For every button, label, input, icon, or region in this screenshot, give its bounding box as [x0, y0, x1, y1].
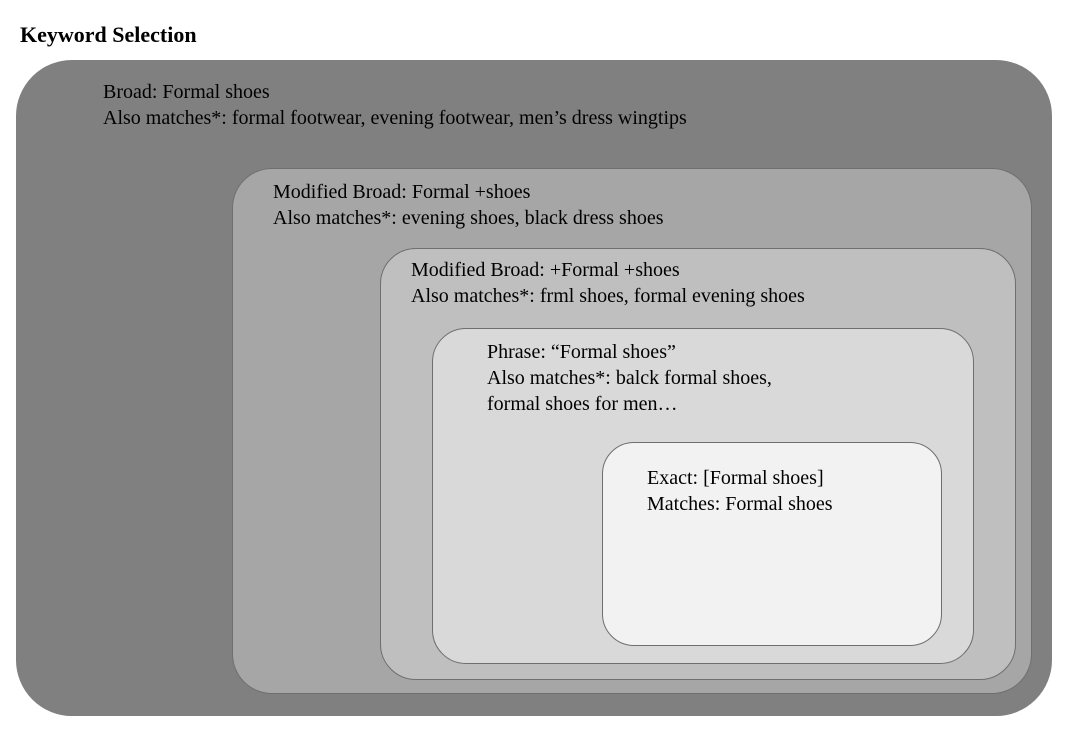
phrase-line-1: Phrase: “Formal shoes” — [487, 339, 772, 365]
phrase-line-3: formal shoes for men… — [487, 391, 772, 417]
exact-line-2: Matches: Formal shoes — [647, 491, 833, 517]
modbroad2-line-1: Modified Broad: +Formal +shoes — [411, 257, 805, 283]
modified-broad-1-text: Modified Broad: Formal +shoes Also match… — [273, 179, 663, 231]
phrase-text: Phrase: “Formal shoes” Also matches*: ba… — [487, 339, 772, 417]
modified-broad-2-text: Modified Broad: +Formal +shoes Also matc… — [411, 257, 805, 309]
broad-line-1: Broad: Formal shoes — [103, 79, 687, 105]
keyword-selection-diagram: Broad: Formal shoes Also matches*: forma… — [16, 60, 1052, 720]
phrase-line-2: Also matches*: balck formal shoes, — [487, 365, 772, 391]
exact-line-1: Exact: [Formal shoes] — [647, 465, 833, 491]
modbroad1-line-1: Modified Broad: Formal +shoes — [273, 179, 663, 205]
diagram-title: Keyword Selection — [20, 22, 1052, 48]
match-level-exact: Exact: [Formal shoes] Matches: Formal sh… — [602, 442, 942, 646]
modbroad1-line-2: Also matches*: evening shoes, black dres… — [273, 205, 663, 231]
broad-line-2: Also matches*: formal footwear, evening … — [103, 105, 687, 131]
match-level-broad-text: Broad: Formal shoes Also matches*: forma… — [103, 79, 687, 131]
modbroad2-line-2: Also matches*: frml shoes, formal evenin… — [411, 283, 805, 309]
exact-text: Exact: [Formal shoes] Matches: Formal sh… — [647, 465, 833, 517]
